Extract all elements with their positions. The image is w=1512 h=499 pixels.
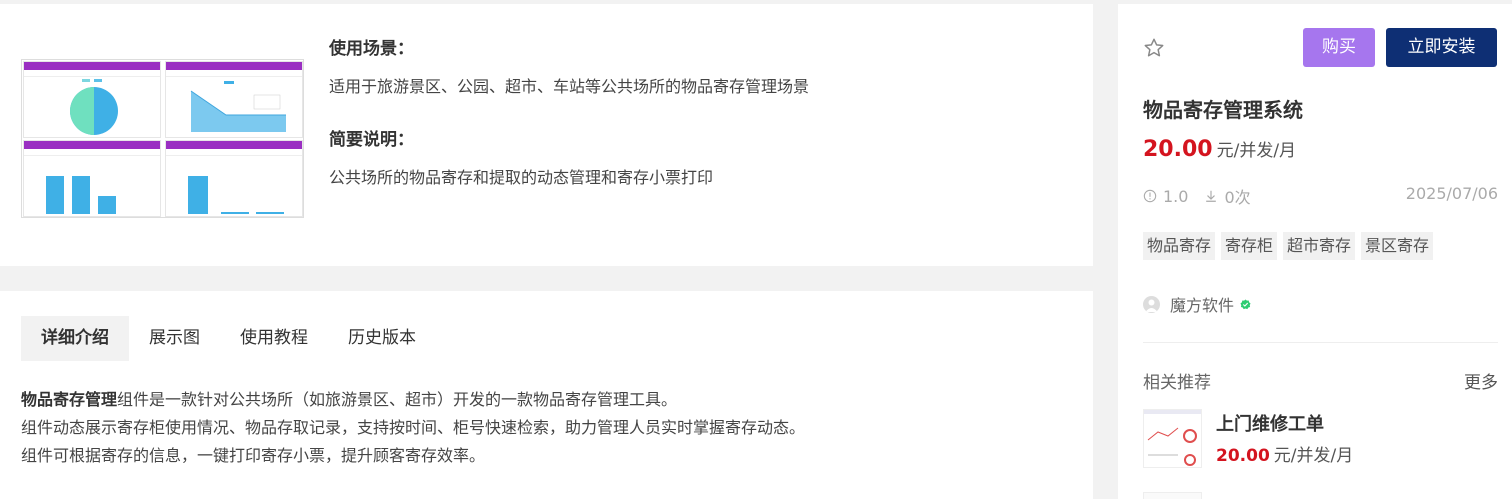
page: 使用场景： 适用于旅游景区、公园、超市、车站等公共场所的物品寄存管理场景 简要说…: [0, 0, 1512, 499]
star-icon[interactable]: [1143, 37, 1165, 59]
dashboard-thumbnail-icon: [1144, 410, 1201, 466]
tab-detail[interactable]: 详细介绍: [21, 316, 129, 361]
tag[interactable]: 寄存柜: [1221, 232, 1278, 260]
description: 物品寄存管理组件是一款针对公共场所（如旅游景区、超市）开发的一款物品寄存管理工具…: [21, 386, 805, 470]
related-item-thumbnail[interactable]: [1143, 409, 1202, 468]
thumb-panel-pie: [23, 61, 161, 138]
avatar: [1143, 295, 1160, 313]
downloads-value: 0次: [1224, 188, 1251, 207]
buy-button[interactable]: 购买: [1303, 28, 1375, 67]
description-lead: 物品寄存管理: [21, 390, 118, 409]
area-chart-icon: [190, 81, 286, 132]
install-button[interactable]: 立即安装: [1386, 28, 1497, 67]
tab-tutorial[interactable]: 使用教程: [220, 316, 328, 361]
detail-tabs: 详细介绍 展示图 使用教程 历史版本: [21, 316, 436, 361]
thumb-panel-bars: [23, 140, 161, 217]
verified-icon: [1240, 298, 1251, 309]
price-unit: 元/并发/月: [1216, 141, 1297, 161]
tag[interactable]: 物品寄存: [1143, 232, 1216, 260]
scene-heading: 使用场景：: [329, 39, 414, 59]
detail-card: 详细介绍 展示图 使用教程 历史版本 物品寄存管理组件是一款针对公共场所（如旅游…: [0, 291, 1093, 499]
bar-chart-icon: [188, 176, 284, 214]
related-price-value: 20.00: [1216, 446, 1270, 466]
related-item-price: 20.00 元/并发/月: [1216, 441, 1353, 466]
tag[interactable]: 景区寄存: [1361, 232, 1434, 260]
description-line-2: 组件动态展示寄存柜使用情况、物品存取记录，支持按时间、柜号快速检索，助力管理人员…: [21, 418, 806, 437]
brief-text: 公共场所的物品寄存和提取的动态管理和寄存小票打印: [329, 168, 714, 187]
intro-info: 使用场景： 适用于旅游景区、公园、超市、车站等公共场所的物品寄存管理场景 简要说…: [329, 34, 809, 188]
version-value: 1.0: [1163, 186, 1189, 206]
related-price-unit: 元/并发/月: [1273, 446, 1354, 466]
thumb-panel-area: [165, 61, 303, 138]
author-name: 魔方软件: [1170, 296, 1235, 315]
author[interactable]: 魔方软件: [1143, 292, 1251, 316]
pie-chart-icon: [70, 79, 118, 135]
product-price: 20.00 元/并发/月: [1143, 136, 1296, 162]
divider: [1143, 342, 1498, 343]
product-sidebar: 购买 立即安装 物品寄存管理系统 20.00 元/并发/月 1.0 0次 202…: [1118, 4, 1512, 499]
tag-list: 物品寄存 寄存柜 超市寄存 景区寄存: [1143, 232, 1439, 260]
description-line-1: 物品寄存管理组件是一款针对公共场所（如旅游景区、超市）开发的一款物品寄存管理工具…: [21, 386, 805, 414]
preview-thumbnail[interactable]: [21, 59, 304, 218]
tab-screenshots[interactable]: 展示图: [129, 316, 220, 361]
tab-history[interactable]: 历史版本: [328, 316, 436, 361]
more-link[interactable]: 更多: [1464, 368, 1498, 393]
description-line-3: 组件可根据寄存的信息，一键打印寄存小票，提升顾客寄存效率。: [21, 446, 486, 465]
product-title: 物品寄存管理系统: [1143, 98, 1303, 122]
download-icon: [1206, 190, 1217, 202]
related-title: 相关推荐: [1143, 373, 1211, 393]
related-item-name[interactable]: 上门维修工单: [1216, 410, 1324, 436]
user-icon: [1145, 299, 1158, 312]
thumb-panel-bars-2: [165, 140, 303, 217]
intro-card: 使用场景： 适用于旅游景区、公园、超市、车站等公共场所的物品寄存管理场景 简要说…: [0, 4, 1093, 266]
downloads: 0次: [1204, 184, 1251, 208]
brief-heading: 简要说明：: [329, 130, 414, 150]
product-meta: 1.0 0次: [1143, 184, 1267, 208]
scene-text: 适用于旅游景区、公园、超市、车站等公共场所的物品寄存管理场景: [329, 77, 810, 96]
tag[interactable]: 超市寄存: [1283, 232, 1356, 260]
info-icon: [1143, 189, 1157, 203]
release-date: 2025/07/06: [1405, 184, 1498, 203]
price-value: 20.00: [1143, 137, 1213, 162]
bar-chart-icon: [46, 176, 116, 214]
description-line-1-rest: 组件是一款针对公共场所（如旅游景区、超市）开发的一款物品寄存管理工具。: [117, 390, 678, 409]
related-item-thumbnail-2[interactable]: [1143, 492, 1202, 499]
version: 1.0: [1143, 187, 1188, 206]
